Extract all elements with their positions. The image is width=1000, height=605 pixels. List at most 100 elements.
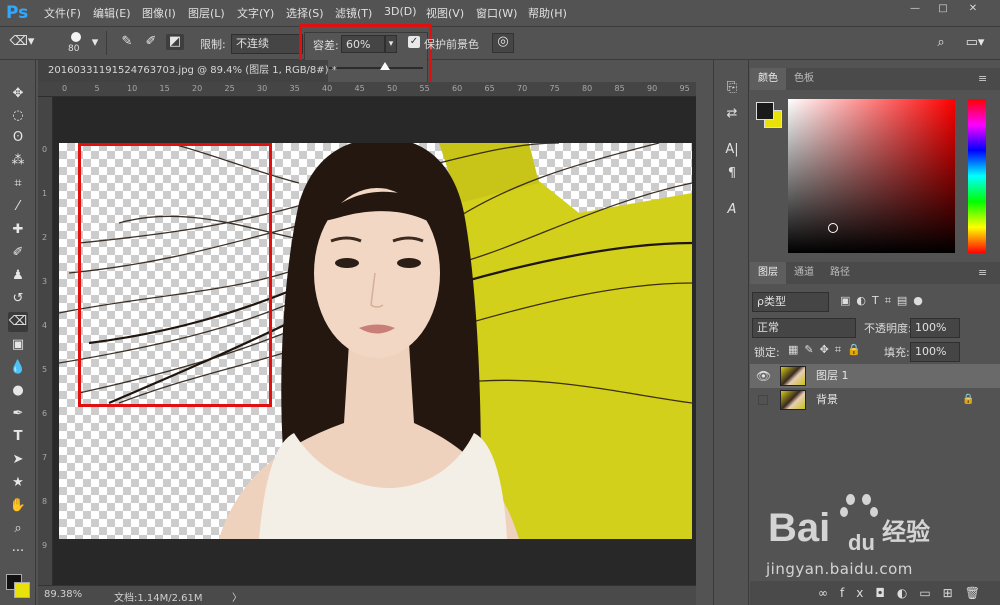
paragraph-panel-icon[interactable]: ¶ — [722, 164, 742, 184]
limit-select[interactable]: 不连续 — [231, 34, 303, 54]
dodge-tool-icon[interactable]: ● — [8, 381, 28, 401]
brush-tool-icon[interactable]: ✐ — [8, 243, 28, 263]
limit-value: 不连续 — [236, 37, 269, 50]
minimize-button[interactable]: — — [904, 2, 926, 16]
ruler-h-tick: 35 — [289, 84, 300, 93]
character-panel-icon[interactable]: A| — [722, 140, 742, 160]
visibility-toggle[interactable] — [758, 395, 768, 405]
path-select-tool-icon[interactable]: ➤ — [8, 450, 28, 470]
gradient-tool-icon[interactable]: ▣ — [8, 335, 28, 355]
blend-mode-select[interactable]: 正常 — [752, 318, 856, 338]
sampling-continuous-icon[interactable]: ✎ — [118, 34, 136, 50]
baidu-brand-text: Bai — [768, 506, 831, 550]
tab-channels[interactable]: 通道 — [786, 262, 822, 284]
color-picker-ring[interactable] — [828, 223, 838, 233]
ruler-h-tick: 80 — [582, 84, 593, 93]
menu-bar: Ps 文件(F) 编辑(E) 图像(I) 图层(L) 文字(Y) 选择(S) 滤… — [0, 0, 1000, 26]
fill-input[interactable]: 100% — [910, 342, 960, 362]
menu-edit[interactable]: 编辑(E) — [93, 5, 131, 21]
move-tool-icon[interactable]: ✥ — [8, 84, 28, 104]
layer-filter-select[interactable]: ρ类型 — [752, 292, 829, 312]
ruler-h-tick: 85 — [614, 84, 625, 93]
tab-layers[interactable]: 图层 — [750, 262, 786, 284]
layer-row-layer1[interactable]: 👁 图层 1 — [750, 364, 1000, 388]
lasso-tool-icon[interactable]: ʘ — [8, 128, 28, 148]
hand-tool-icon[interactable]: ✋ — [8, 496, 28, 516]
photoshop-logo: Ps — [6, 3, 29, 23]
panel-menu-icon[interactable]: ≡ — [978, 72, 987, 85]
sampling-background-swatch-icon[interactable]: ◩ — [166, 34, 184, 50]
tablet-pressure-icon[interactable]: ◎ — [492, 33, 514, 53]
color-field[interactable] — [788, 99, 955, 253]
close-button[interactable]: ✕ — [962, 2, 984, 16]
marquee-tool-icon[interactable]: ◌ — [8, 106, 28, 126]
layer-filter-icons[interactable]: ▣◐T⌗▤● — [840, 294, 929, 308]
status-menu-arrow[interactable]: 〉 — [232, 589, 242, 604]
layer-name[interactable]: 背景 — [816, 388, 838, 412]
layer-name[interactable]: 图层 1 — [816, 364, 849, 388]
menu-3d[interactable]: 3D(D) — [384, 5, 417, 18]
watermark-url: jingyan.baidu.com — [766, 560, 913, 578]
restore-button[interactable]: □ — [932, 2, 954, 16]
eye-icon[interactable]: 👁 — [756, 364, 771, 388]
menu-file[interactable]: 文件(F) — [44, 5, 81, 21]
ruler-h-tick: 90 — [647, 84, 658, 93]
eyedropper-tool-icon[interactable]: ⁄ — [8, 197, 28, 217]
menu-filter[interactable]: 滤镜(T) — [335, 5, 372, 21]
ruler-h-tick: 75 — [549, 84, 560, 93]
ruler-h-tick: 25 — [224, 84, 235, 93]
quick-select-tool-icon[interactable]: ⁂ — [8, 151, 28, 171]
crop-tool-icon[interactable]: ⌗ — [8, 174, 28, 194]
lock-icons[interactable]: ▦✎✥⌗🔒 — [788, 343, 867, 357]
opacity-input[interactable]: 100% — [910, 318, 960, 338]
menu-window[interactable]: 窗口(W) — [476, 5, 517, 21]
blur-tool-icon[interactable]: 💧 — [8, 358, 28, 378]
ruler-v-tick: 5 — [42, 365, 48, 374]
lock-label: 锁定: — [754, 346, 780, 359]
brush-preset-picker[interactable]: 80 — [66, 30, 86, 56]
canvas-area[interactable] — [53, 97, 696, 585]
hue-slider[interactable] — [968, 99, 986, 253]
menu-view[interactable]: 视图(V) — [426, 5, 464, 21]
ruler-v-tick: 9 — [42, 541, 48, 550]
sampling-once-icon[interactable]: ✐ — [142, 34, 160, 50]
layer-row-background[interactable]: 背景 🔒 — [750, 388, 1000, 412]
more-tools-icon[interactable]: ··· — [8, 542, 28, 562]
stamp-tool-icon[interactable]: ♟ — [8, 266, 28, 286]
healing-brush-tool-icon[interactable]: ✚ — [8, 220, 28, 240]
fg-color-chip[interactable] — [756, 102, 774, 120]
ruler-v-tick: 6 — [42, 409, 48, 418]
glyphs-panel-icon[interactable]: A — [722, 200, 742, 220]
history-brush-tool-icon[interactable]: ↺ — [8, 289, 28, 309]
workspace-icon[interactable]: ▭▾ — [962, 35, 988, 51]
menu-image[interactable]: 图像(I) — [142, 5, 176, 21]
ruler-h-tick: 30 — [257, 84, 268, 93]
tab-swatches[interactable]: 色板 — [786, 68, 822, 90]
tab-color[interactable]: 颜色 — [750, 68, 786, 90]
protect-fg-checkbox[interactable]: ✓ — [408, 36, 420, 48]
ruler-h-tick: 20 — [192, 84, 203, 93]
actions-panel-icon[interactable]: ⇄ — [722, 104, 742, 124]
menu-type[interactable]: 文字(Y) — [237, 5, 274, 21]
fill-value: 100% — [915, 345, 947, 358]
type-tool-icon[interactable]: T — [8, 427, 28, 447]
document-tab[interactable]: 20160331191524763703.jpg @ 89.4% (图层 1, … — [38, 60, 337, 82]
pen-tool-icon[interactable]: ✒ — [8, 404, 28, 424]
background-eraser-tool-icon[interactable]: ⌫▾ — [8, 34, 36, 52]
chevron-down-icon[interactable]: ▾ — [90, 35, 100, 51]
ruler-h-tick: 0 — [62, 84, 68, 93]
history-panel-icon[interactable]: ⎘ — [722, 78, 742, 98]
zoom-tool-icon[interactable]: ⌕ — [8, 519, 28, 539]
eraser-tool-icon[interactable]: ⌫ — [8, 312, 28, 332]
menu-select[interactable]: 选择(S) — [286, 5, 324, 21]
ruler-h-tick: 95 — [679, 84, 690, 93]
zoom-readout[interactable]: 89.38% — [44, 589, 82, 600]
background-color-swatch[interactable] — [14, 582, 30, 598]
search-icon[interactable]: ⌕ — [932, 35, 950, 51]
ruler-h-tick: 5 — [94, 84, 100, 93]
layers-menu-icon[interactable]: ≡ — [978, 266, 987, 279]
menu-help[interactable]: 帮助(H) — [528, 5, 567, 21]
shape-tool-icon[interactable]: ★ — [8, 473, 28, 493]
tab-paths[interactable]: 路径 — [822, 262, 858, 284]
menu-layer[interactable]: 图层(L) — [188, 5, 225, 21]
